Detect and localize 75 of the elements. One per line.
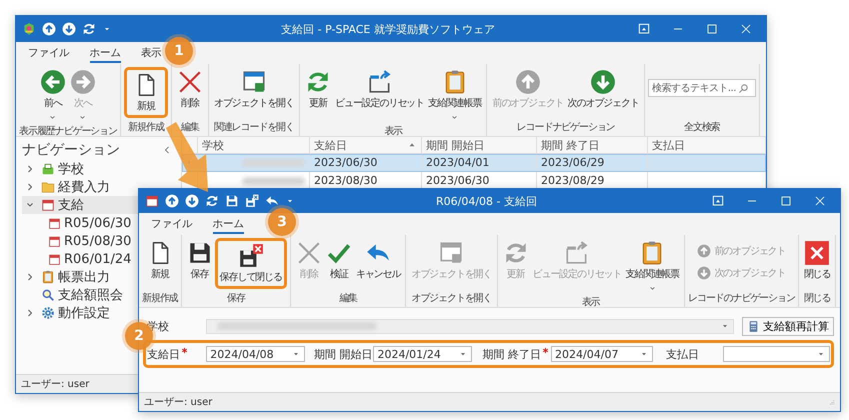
tree-item[interactable]: R05/06/30 [22, 214, 138, 232]
ribbon-button[interactable]: 検証 [324, 238, 354, 283]
ribbon-tab[interactable]: ファイル [28, 45, 70, 63]
tree-item-label: 帳票出力 [58, 269, 110, 286]
ribbon-button[interactable]: 支給関連帳票 [624, 238, 681, 295]
search-field[interactable]: 検索するテキスト... [648, 79, 756, 97]
date-field[interactable]: 2024/04/08 [206, 346, 306, 362]
tree-item[interactable]: 支給額照会 [22, 286, 138, 304]
group-label: 閉じる [804, 292, 830, 305]
ribbon-button[interactable]: 保存して閉じる [218, 241, 284, 286]
table-cell: 2023/06/29 [541, 156, 604, 169]
group-label: レコードのナビゲーション [688, 292, 795, 305]
tree-item-label: R05/06/30 [64, 216, 132, 230]
ribbon-button[interactable]: 閉じる [802, 238, 832, 283]
ribbon-button[interactable]: オブジェクトを開く [212, 67, 296, 112]
group-label: レコードナビゲーション [516, 121, 615, 134]
panel-title: ナビゲーション [22, 141, 120, 159]
group-label: 関連レコードを開く [214, 120, 294, 134]
group-label: 新規作成 [142, 292, 178, 305]
ribbon-button[interactable]: 新規 [126, 70, 165, 115]
ribbon-tab[interactable]: ファイル [151, 216, 193, 234]
tree-item-label: 経費入力 [58, 179, 110, 196]
column-header[interactable]: 期間 開始日 [426, 138, 484, 152]
column-header[interactable]: 支払日 [652, 138, 685, 152]
tree-item[interactable]: 動作設定 [22, 304, 138, 322]
tree-item-label: 支給 [58, 197, 84, 214]
tree-item-label: R05/08/30 [64, 234, 132, 248]
table-row[interactable]: 2023/06/30 2023/04/01 2023/06/29 [182, 154, 766, 172]
date-field[interactable]: 2024/01/24 [373, 346, 472, 362]
ribbon-button[interactable]: キャンセル [354, 238, 402, 283]
table-cell: 2023/08/29 [541, 174, 604, 187]
field-label: 期間 終了日 [482, 346, 541, 362]
group-label: 表示 [384, 124, 402, 138]
tree-item[interactable]: 帳票出力 [22, 268, 138, 286]
group-label: オブジェクトを開く [411, 292, 492, 305]
group-label: 編集 [339, 292, 358, 305]
group-label: 表示履歴ナビゲーション [19, 124, 117, 138]
table-cell: 2023/08/30 [314, 174, 378, 187]
tree-item[interactable]: R06/01/24 [22, 250, 138, 268]
tree-item-label: 支給額照会 [58, 287, 123, 304]
tree-item-label: 動作設定 [58, 305, 110, 322]
status-text: ユーザー: user [21, 378, 90, 391]
ribbon-button[interactable]: 次のオブジェクト [566, 67, 641, 112]
column-header[interactable]: 支給日 [314, 138, 347, 152]
status-text: ユーザー: user [144, 396, 212, 409]
ribbon-button[interactable]: 削除 [174, 67, 205, 112]
group-label: 編集 [181, 121, 199, 134]
date-field[interactable]: 2024/04/07 [551, 346, 653, 362]
tree-item[interactable]: 支給 [22, 196, 138, 214]
ribbon-button[interactable]: ビュー設定のリセット [333, 67, 426, 112]
group-label: 表示 [582, 296, 600, 309]
ribbon-button[interactable]: 更新 [303, 67, 334, 112]
ribbon-button[interactable]: 前へ [38, 67, 68, 124]
recalculate-button[interactable]: 支給額再計算 [742, 316, 834, 336]
ribbon-tab[interactable]: 表示 [140, 45, 162, 63]
field-label: 期間 開始日 [314, 346, 373, 362]
column-header[interactable]: 期間 終了日 [541, 138, 600, 152]
column-header[interactable]: 学校 [202, 138, 224, 152]
tree-item[interactable]: 経費入力 [22, 178, 138, 196]
tree-item[interactable]: 学校 [22, 160, 138, 178]
group-label: 全文検索 [684, 120, 720, 134]
window-title: R06/04/08 - 支給回 [434, 194, 538, 208]
tree-item[interactable]: R05/08/30 [22, 232, 138, 250]
ribbon-button[interactable]: 保存 [184, 238, 215, 283]
table-cell: 2023/06/30 [314, 156, 378, 169]
ribbon-button[interactable]: 支給関連帳票 [426, 67, 484, 124]
tree-item-label: 学校 [58, 161, 84, 178]
ribbon-button[interactable]: 新規 [144, 238, 175, 283]
table-cell: 2023/06/30 [426, 174, 490, 187]
field-label: 支払日 [666, 346, 699, 362]
group-label: 保存 [226, 292, 245, 305]
window-title: 支給回 - P-SPACE 就学奨励費ソフトウェア [280, 22, 496, 36]
tree-item-label: R06/01/24 [64, 252, 132, 266]
table-cell: 2023/04/01 [426, 156, 490, 169]
group-label: 新規作成 [128, 120, 164, 134]
